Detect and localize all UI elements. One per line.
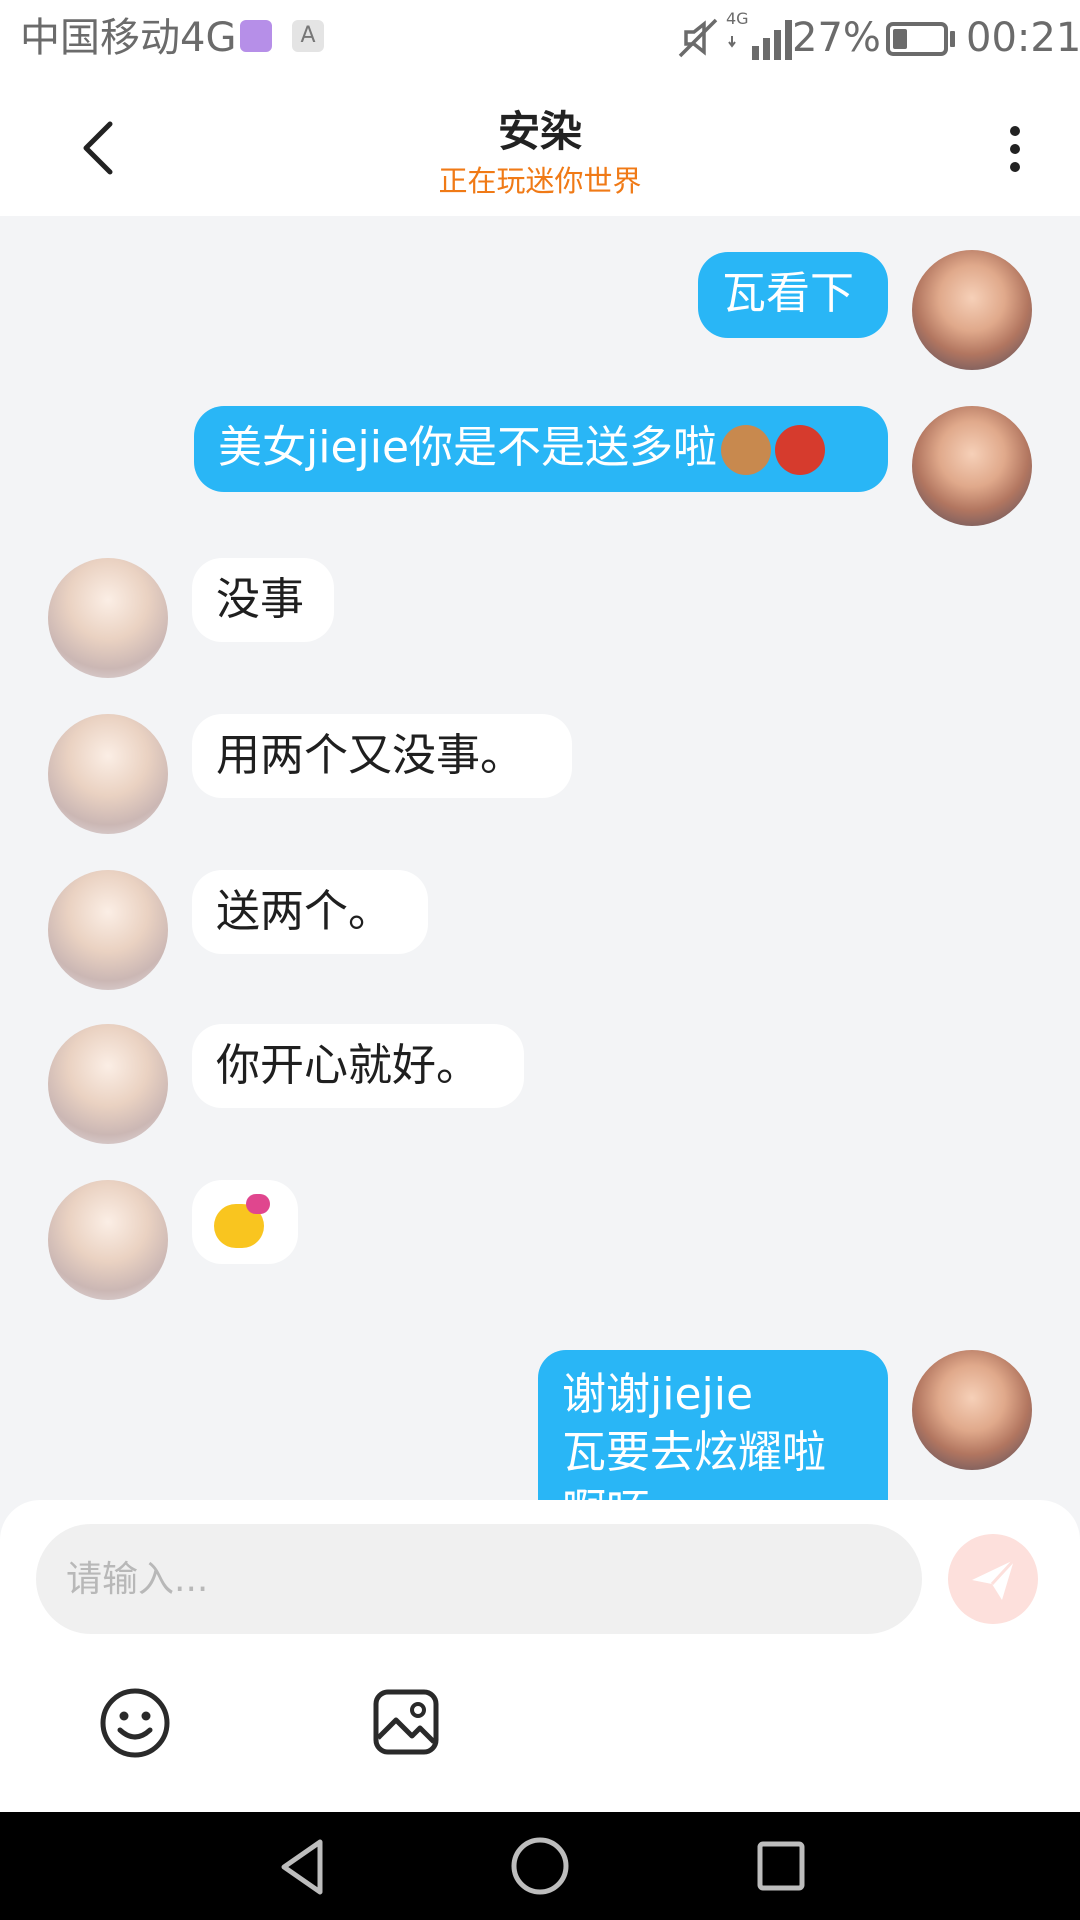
message-bubble[interactable]: 送两个。 (192, 870, 428, 954)
nav-home-icon[interactable] (510, 1836, 570, 1896)
message-bubble[interactable]: 没事 (192, 558, 334, 642)
input-panel (0, 1500, 1080, 1812)
message-bubble[interactable]: 瓦看下 (698, 252, 888, 338)
emoji-icon[interactable] (98, 1686, 172, 1760)
message-outgoing: 瓦看下 (0, 216, 1080, 370)
message-incoming: 用两个又没事。 (0, 692, 1080, 842)
rose-emoji-icon (775, 425, 826, 475)
chat-header: 安染 正在玩迷你世界 (0, 76, 1080, 216)
clock: 00:21 (966, 15, 1080, 61)
contact-avatar[interactable] (48, 558, 168, 678)
message-text-line: 啊呸 (562, 1482, 864, 1500)
contact-avatar[interactable] (48, 1024, 168, 1144)
mute-icon (678, 18, 718, 58)
signal-icon: 4G (726, 9, 792, 60)
my-avatar[interactable] (912, 406, 1032, 526)
message-incoming: 送两个。 (0, 848, 1080, 998)
message-bubble[interactable]: 美女jiejie你是不是送多啦 (194, 406, 888, 492)
message-bubble[interactable]: 你开心就好。 (192, 1024, 524, 1108)
message-incoming: 没事 (0, 536, 1080, 686)
message-text-line: 瓦要去炫耀啦 (562, 1427, 826, 1478)
message-bubble[interactable] (192, 1180, 298, 1264)
message-text: 你开心就好。 (216, 1040, 480, 1091)
send-icon (972, 1558, 1016, 1600)
battery-percentage: 27% (792, 15, 881, 61)
contact-status: 正在玩迷你世界 (438, 164, 642, 198)
system-nav-bar (0, 1812, 1080, 1920)
kissing-heart-emoji-icon (212, 1194, 270, 1250)
message-input[interactable] (36, 1524, 922, 1634)
carrier-label: 中国移动4G (20, 15, 237, 61)
message-text-line: 谢谢jiejie (562, 1369, 754, 1420)
message-text: 美女jiejie你是不是送多啦 (218, 422, 718, 473)
nav-recent-apps-icon[interactable] (756, 1840, 806, 1892)
message-outgoing: 谢谢jiejie 瓦要去炫耀啦 啊呸 (0, 1326, 1080, 1500)
message-bubble[interactable]: 用两个又没事。 (192, 714, 572, 798)
message-text: 没事 (216, 574, 304, 625)
message-text: 用两个又没事。 (216, 730, 524, 781)
my-avatar[interactable] (912, 250, 1032, 370)
contact-avatar[interactable] (48, 870, 168, 990)
contact-avatar[interactable] (48, 1180, 168, 1300)
nav-back-icon[interactable] (272, 1836, 332, 1898)
keyboard-notification-icon: A (292, 20, 324, 52)
message-incoming (0, 1156, 1080, 1306)
message-text: 送两个。 (216, 886, 392, 937)
my-avatar[interactable] (912, 1350, 1032, 1470)
message-text: 瓦看下 (722, 268, 854, 319)
send-button[interactable] (948, 1534, 1038, 1624)
message-outgoing: 美女jiejie你是不是送多啦 (0, 366, 1080, 526)
status-bar: 中国移动4G A 4G 27% 00:21 (0, 0, 1080, 76)
gallery-notification-icon (240, 20, 272, 52)
battery-icon (886, 22, 948, 56)
network-type-label: 4G (726, 9, 749, 28)
contact-name: 安染 (497, 107, 582, 156)
image-icon[interactable] (370, 1686, 442, 1758)
message-incoming: 你开心就好。 (0, 1002, 1080, 1152)
message-list[interactable]: 瓦看下 美女jiejie你是不是送多啦 没事 用两个又没事。 送两个。 你开心就 (0, 216, 1080, 1500)
monkey-emoji-icon (721, 425, 772, 475)
more-options-icon[interactable] (990, 114, 1038, 184)
message-bubble[interactable]: 谢谢jiejie 瓦要去炫耀啦 啊呸 (538, 1350, 888, 1500)
contact-avatar[interactable] (48, 714, 168, 834)
